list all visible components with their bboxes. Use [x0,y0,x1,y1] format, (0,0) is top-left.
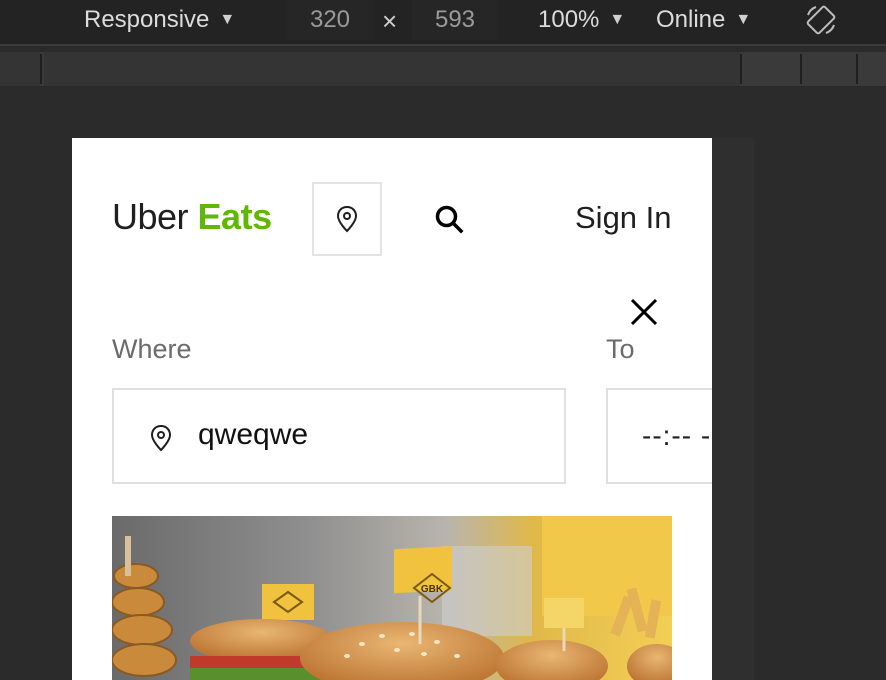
ruler-divider [856,54,858,84]
media-query-ruler [0,52,886,87]
flag-logo-text: GBK [421,584,444,595]
dimension-separator: × [382,6,398,36]
where-input-value: qweqwe [198,418,309,451]
chevron-down-icon: ▼ [609,11,626,28]
burger-photo: GBK [112,516,672,680]
to-time-input[interactable]: --:-- - [606,388,712,484]
chevron-down-icon: ▼ [735,11,752,28]
where-label: Where [112,334,192,364]
location-pin-icon [336,205,358,233]
ruler-divider [740,54,742,84]
uber-eats-logo[interactable]: Uber Eats [112,196,272,238]
viewport-height-input[interactable]: 593 [412,0,498,40]
location-pin-icon [150,424,172,452]
devtools-device-toolbar: Responsive ▼ 320 × 593 100% ▼ Online ▼ [0,0,886,46]
ruler-divider [800,54,802,84]
where-address-input[interactable]: qweqwe [112,388,566,484]
ruler-segment[interactable] [0,52,40,86]
ruler-divider [40,54,42,84]
zoom-select[interactable]: 100% ▼ [538,4,625,36]
close-icon[interactable] [628,296,660,328]
network-throttle-select[interactable]: Online ▼ [656,4,751,36]
sign-in-link[interactable]: Sign In [575,200,672,236]
viewport-resize-area[interactable] [712,138,754,680]
location-button[interactable] [312,182,382,256]
viewport-width-input[interactable]: 320 [286,0,374,40]
search-icon[interactable] [434,204,464,234]
rotate-icon[interactable] [804,3,838,37]
chevron-down-icon: ▼ [219,11,236,28]
emulated-viewport: Uber Eats Sign In Where To qweqwe --:-- … [72,138,712,680]
hero-food-image: GBK [112,516,672,680]
to-label: To [606,334,635,364]
ruler-segment[interactable] [44,52,740,86]
to-input-value: --:-- - [642,420,712,451]
device-select[interactable]: Responsive ▼ [84,4,235,36]
